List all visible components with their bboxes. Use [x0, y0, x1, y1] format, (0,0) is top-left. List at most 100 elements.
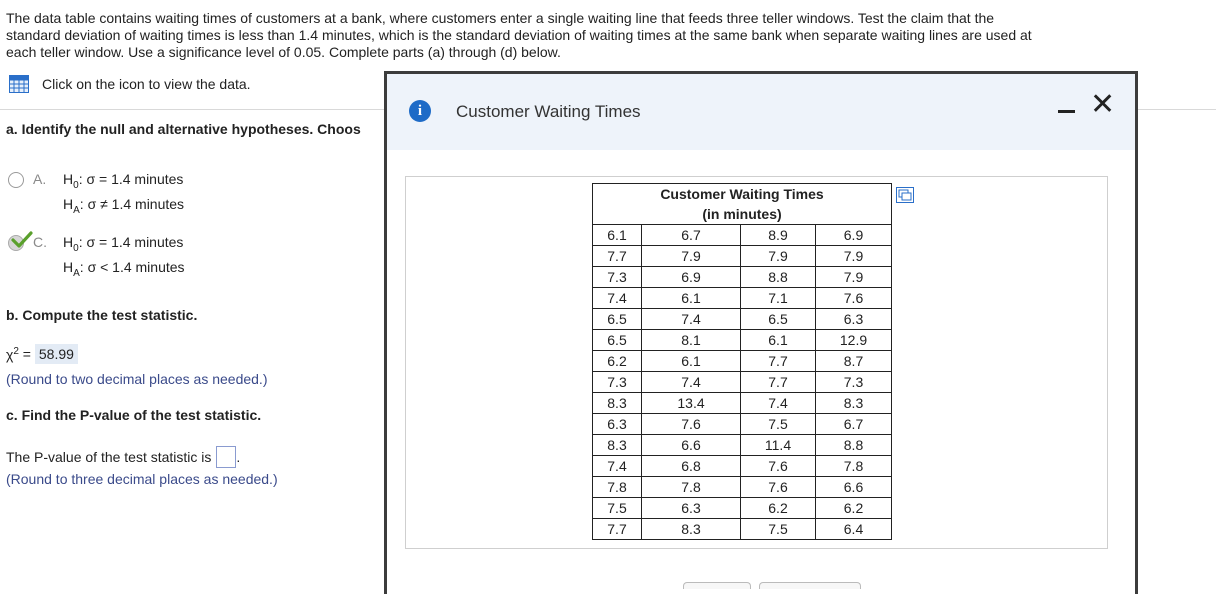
- option-c-alt: HA: σ < 1.4 minutes: [63, 259, 185, 279]
- table-cell: 6.5: [740, 308, 816, 330]
- table-cell: 7.3: [815, 371, 892, 393]
- chi-square-symbol: χ2: [6, 345, 19, 363]
- view-data-link[interactable]: Click on the icon to view the data.: [9, 73, 251, 95]
- table-cell: 6.3: [641, 497, 741, 519]
- copy-data-icon[interactable]: [896, 187, 914, 203]
- table-cell: 6.4: [815, 518, 892, 540]
- table-row: 6.3 7.6 7.5 6.7: [592, 413, 892, 435]
- table-cell: 6.2: [815, 497, 892, 519]
- table-row: 7.5 6.3 6.2 6.2: [592, 497, 892, 519]
- table-row: 7.4 6.8 7.6 7.8: [592, 455, 892, 477]
- part-b-prompt: b. Compute the test statistic.: [6, 307, 198, 323]
- table-cell: 8.3: [592, 392, 642, 414]
- table-cell: 8.3: [592, 434, 642, 456]
- table-row: 8.3 13.4 7.4 8.3: [592, 392, 892, 414]
- table-cell: 7.7: [592, 518, 642, 540]
- checkmark-icon: [11, 231, 33, 248]
- table-cell: 7.9: [641, 245, 741, 267]
- table-cell: 8.7: [815, 350, 892, 372]
- part-a-prompt: a. Identify the null and alternative hyp…: [6, 121, 361, 137]
- close-button[interactable]: ✕: [1090, 90, 1115, 120]
- part-c-hint: (Round to three decimal places as needed…: [6, 471, 278, 487]
- p-value-row: The P-value of the test statistic is .: [6, 446, 240, 468]
- p-value-label: The P-value of the test statistic is: [6, 449, 212, 465]
- table-cell: 12.9: [815, 329, 892, 351]
- table-cell: 7.8: [815, 455, 892, 477]
- option-a-radio[interactable]: [8, 172, 24, 188]
- table-cell: 6.7: [815, 413, 892, 435]
- part-c-prompt: c. Find the P-value of the test statisti…: [6, 407, 262, 423]
- table-cell: 7.9: [815, 266, 892, 288]
- table-cell: 7.5: [740, 413, 816, 435]
- table-cell: 7.1: [740, 287, 816, 309]
- problem-statement: The data table contains waiting times of…: [6, 10, 1206, 61]
- dialog-title: Customer Waiting Times: [456, 102, 641, 121]
- table-row: 6.2 6.1 7.7 8.7: [592, 350, 892, 372]
- table-row: 6.5 8.1 6.1 12.9: [592, 329, 892, 351]
- table-cell: 7.4: [641, 308, 741, 330]
- problem-line-2: standard deviation of waiting times is l…: [6, 27, 1032, 43]
- table-cell: 7.5: [592, 497, 642, 519]
- table-cell: 6.3: [592, 413, 642, 435]
- table-row: 7.3 7.4 7.7 7.3: [592, 371, 892, 393]
- table-cell: 6.6: [815, 476, 892, 498]
- table-row: 7.4 6.1 7.1 7.6: [592, 287, 892, 309]
- problem-line-1: The data table contains waiting times of…: [6, 10, 995, 26]
- table-cell: 7.6: [740, 455, 816, 477]
- table-cell: 8.9: [740, 224, 816, 246]
- table-cell: 8.3: [641, 518, 741, 540]
- table-row: 6.1 6.7 8.9 6.9: [592, 224, 892, 246]
- table-cell: 6.2: [740, 497, 816, 519]
- table-cell: 6.7: [641, 224, 741, 246]
- option-a-null: H0: σ = 1.4 minutes: [63, 171, 184, 191]
- table-cell: 7.3: [592, 371, 642, 393]
- table-cell: 8.8: [815, 434, 892, 456]
- table-cell: 6.9: [641, 266, 741, 288]
- table-cell: 7.3: [592, 266, 642, 288]
- table-row: 6.5 7.4 6.5 6.3: [592, 308, 892, 330]
- table-row: 7.3 6.9 8.8 7.9: [592, 266, 892, 288]
- option-c-null: H0: σ = 1.4 minutes: [63, 234, 184, 254]
- table-cell: 7.4: [641, 371, 741, 393]
- option-c-letter: C.: [33, 234, 47, 250]
- table-cell: 7.6: [740, 476, 816, 498]
- table-cell: 8.3: [815, 392, 892, 414]
- option-a-letter: A.: [33, 171, 47, 187]
- waiting-times-table: Customer Waiting Times (in minutes) 6.1 6…: [592, 183, 892, 540]
- option-a-alt: HA: σ ≠ 1.4 minutes: [63, 196, 185, 216]
- table-cell: 6.3: [815, 308, 892, 330]
- table-cell: 7.6: [815, 287, 892, 309]
- table-cell: 7.8: [592, 476, 642, 498]
- table-row: 7.8 7.8 7.6 6.6: [592, 476, 892, 498]
- table-caption: Customer Waiting Times (in minutes): [592, 183, 892, 225]
- view-data-label[interactable]: Click on the icon to view the data.: [42, 76, 251, 92]
- table-cell: 7.4: [592, 455, 642, 477]
- table-cell: 7.4: [740, 392, 816, 414]
- table-grid-icon[interactable]: [9, 75, 29, 93]
- test-statistic-answer[interactable]: 58.99: [34, 344, 78, 364]
- table-cell: 7.7: [740, 371, 816, 393]
- minimize-button[interactable]: [1057, 98, 1077, 122]
- part-b-hint: (Round to two decimal places as needed.): [6, 371, 268, 387]
- table-row: 8.3 6.6 11.4 8.8: [592, 434, 892, 456]
- table-cell: 11.4: [740, 434, 816, 456]
- info-icon: i: [409, 100, 431, 122]
- dialog-footer-button[interactable]: [683, 582, 751, 589]
- table-cell: 6.6: [641, 434, 741, 456]
- table-cell: 6.5: [592, 308, 642, 330]
- table-cell: 6.9: [815, 224, 892, 246]
- table-cell: 6.5: [592, 329, 642, 351]
- table-row: 7.7 8.3 7.5 6.4: [592, 518, 892, 540]
- dialog-header: i Customer Waiting Times ✕: [387, 74, 1135, 150]
- data-dialog: i Customer Waiting Times ✕ Customer Wait…: [384, 71, 1138, 594]
- table-cell: 7.8: [641, 476, 741, 498]
- table-row: 7.7 7.9 7.9 7.9: [592, 245, 892, 267]
- table-cell: 7.7: [740, 350, 816, 372]
- divider: [1132, 109, 1216, 110]
- table-cell: 6.8: [641, 455, 741, 477]
- table-cell: 13.4: [641, 392, 741, 414]
- table-cell: 8.1: [641, 329, 741, 351]
- p-value-input[interactable]: [216, 446, 237, 468]
- table-cell: 7.7: [592, 245, 642, 267]
- dialog-footer-button[interactable]: [759, 582, 861, 589]
